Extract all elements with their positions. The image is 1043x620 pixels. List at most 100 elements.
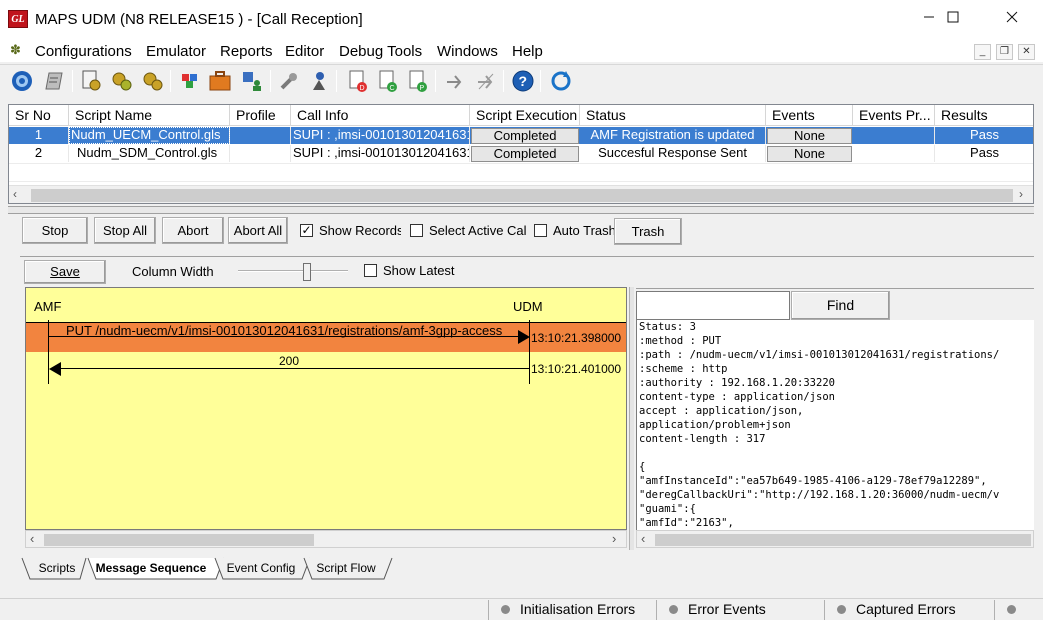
cell-sr-no: 2 [9,145,69,162]
gear-settings-button[interactable] [8,67,36,95]
column-width-slider-track[interactable] [238,270,348,272]
svg-text:D: D [360,85,365,92]
tab-scripts[interactable]: Scripts [34,557,80,580]
save-button[interactable]: Save [24,260,106,284]
request-arrow-head [518,330,530,344]
window-title: MAPS UDM (N8 RELEASE15 ) - [Call Recepti… [35,11,363,28]
briefcase-button[interactable] [206,67,234,95]
refresh-button[interactable] [547,67,575,95]
detail-line: { [639,461,646,473]
menu-help[interactable]: Help [512,43,543,60]
sequence-scroll-thumb[interactable] [44,534,314,546]
stop-all-button[interactable]: Stop All [94,217,156,244]
column-width-slider-handle[interactable] [303,263,311,281]
col-header-events[interactable]: Events [766,105,853,126]
script-button[interactable] [78,67,106,95]
col-header-script-execution[interactable]: Script Execution [470,105,580,126]
scroll-left-icon[interactable]: ‹ [641,531,645,546]
grid-scroll-thumb[interactable] [31,189,1013,202]
cubes-button[interactable] [176,67,204,95]
help-button[interactable]: ? [509,67,537,95]
app-window: GL MAPS UDM (N8 RELEASE15 ) - [Call Rece… [0,0,1043,620]
tab-message-sequence[interactable]: Message Sequence [92,557,210,580]
tab-script-flow[interactable]: Script Flow [314,557,378,580]
mdi-restore-button[interactable]: ❐ [996,44,1013,60]
status-initialisation-errors[interactable]: Initialisation Errors [488,600,654,620]
cell-sr-no: 1 [9,127,69,144]
execution-status-button[interactable]: Completed [471,128,579,144]
show-latest-checkbox[interactable] [364,264,377,277]
step-button[interactable] [441,67,469,95]
show-records-checkbox[interactable]: ✓ [300,224,313,237]
col-header-call-info[interactable]: Call Info [291,105,470,126]
pane-splitter[interactable] [8,206,1034,214]
response-label[interactable]: 200 [279,354,299,368]
gears-button[interactable] [108,67,136,95]
select-active-checkbox[interactable] [410,224,423,237]
find-button[interactable]: Find [791,291,890,320]
wizard-button[interactable] [305,67,333,95]
col-header-profile[interactable]: Profile [230,105,291,126]
cell-status: AMF Registration is updated [580,127,766,144]
computer-user-button[interactable] [238,67,266,95]
events-button[interactable]: None [767,146,852,162]
auto-trash-checkbox[interactable] [534,224,547,237]
scroll-right-icon[interactable]: › [1019,187,1023,201]
gears-button-2[interactable] [139,67,167,95]
status-captured-errors[interactable]: Captured Errors [824,600,992,620]
col-header-events-pr[interactable]: Events Pr... [853,105,935,126]
mdi-close-button[interactable]: ✕ [1018,44,1035,60]
mdi-child-icon[interactable]: ✽ [10,42,21,58]
cell-profile [230,145,291,162]
doc-p-icon: P [409,70,427,92]
response-time: 13:10:21.401000 [531,362,622,376]
menu-editor[interactable]: Editor [285,43,324,60]
menu-debug-tools[interactable]: Debug Tools [339,43,422,60]
wrench-button[interactable] [275,67,303,95]
tab-event-config[interactable]: Event Config [224,557,298,580]
execution-status-button[interactable]: Completed [471,146,579,162]
step-off-button[interactable] [472,67,500,95]
detail-line [639,446,999,460]
find-input[interactable] [636,291,790,320]
scroll-right-icon[interactable]: › [612,531,616,546]
sequence-horizontal-scrollbar[interactable]: ‹ › [25,530,627,548]
menu-windows[interactable]: Windows [437,43,498,60]
mdi-minimize-button[interactable]: _ [974,44,991,60]
trash-button[interactable]: Trash [614,218,682,245]
detail-horizontal-scrollbar[interactable]: ‹ [636,530,1034,548]
status-error-events[interactable]: Error Events [656,600,822,620]
col-header-sr-no[interactable]: Sr No [9,105,69,126]
help-icon: ? [512,70,534,92]
col-header-status[interactable]: Status [580,105,766,126]
doc-d-button[interactable]: D [344,67,372,95]
menu-reports[interactable]: Reports [220,43,273,60]
step-icon [447,75,462,89]
show-records-label: Show Records [319,223,401,238]
grid-horizontal-scrollbar[interactable]: ‹ › [9,185,1033,203]
maximize-button[interactable] [930,0,976,38]
message-detail-pane[interactable]: Status: 3:method : PUT:path : /nudm-uecm… [636,320,1034,530]
stop-button[interactable]: Stop [22,217,88,244]
abort-button[interactable]: Abort [162,217,224,244]
status-dot-icon [501,605,510,614]
scroll-left-icon[interactable]: ‹ [13,187,17,201]
col-header-script-name[interactable]: Script Name [69,105,230,126]
detail-scroll-thumb[interactable] [655,534,1031,546]
col-header-results[interactable]: Results [935,105,1033,126]
events-button[interactable]: None [767,128,852,144]
doc-p-button[interactable]: P [404,67,432,95]
close-button[interactable] [989,0,1035,38]
notepad-button[interactable] [41,67,69,95]
menu-emulator[interactable]: Emulator [146,43,206,60]
toolbar-separator [540,70,541,92]
doc-c-button[interactable]: C [374,67,402,95]
vertical-splitter[interactable] [629,287,634,550]
abort-all-button[interactable]: Abort All [228,217,288,244]
scroll-left-icon[interactable]: ‹ [30,531,34,546]
detail-line: :path : /nudm-uecm/v1/imsi-0010130120416… [639,349,1000,361]
gear-settings-icon [12,71,32,91]
cell-events-pr [853,127,935,144]
menu-configurations[interactable]: Configurations [35,43,132,60]
wrench-icon [280,73,297,90]
